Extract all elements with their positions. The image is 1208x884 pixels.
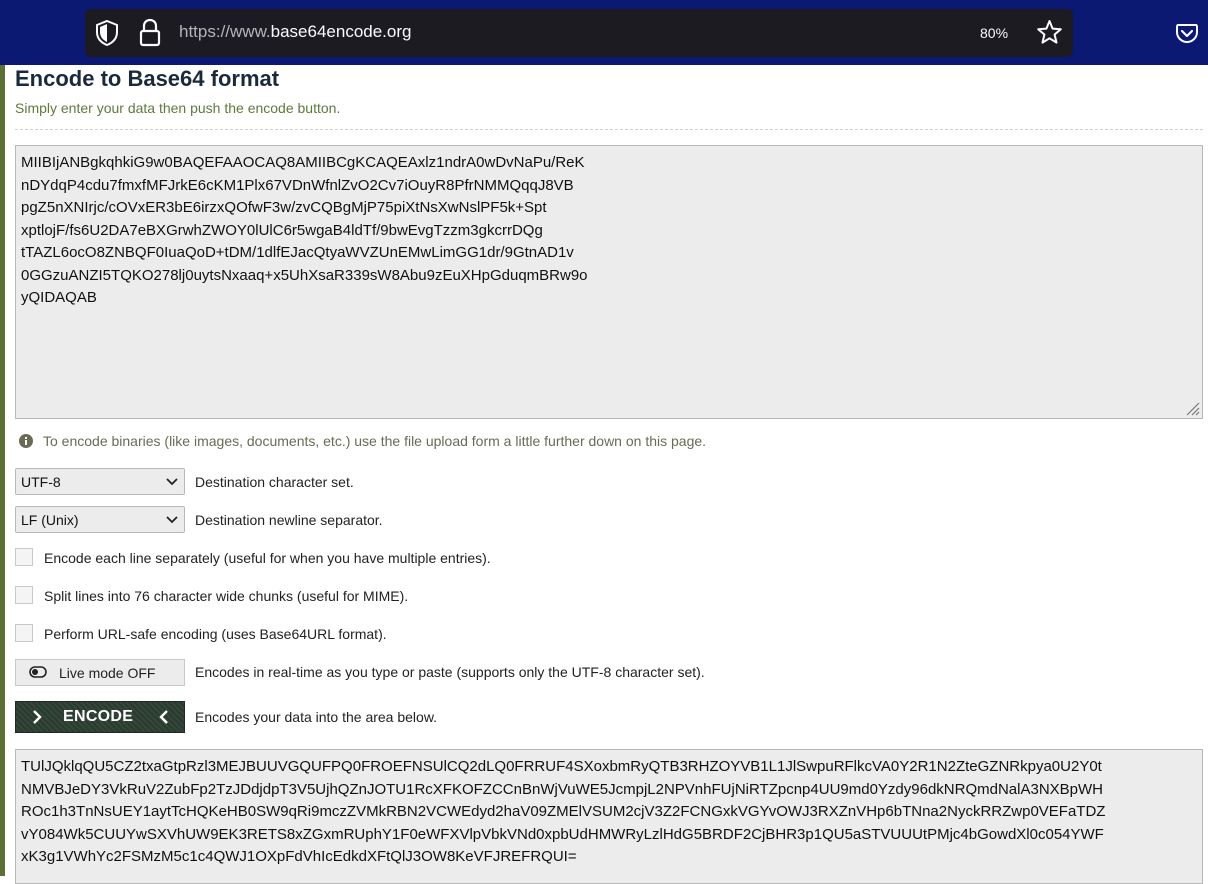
chevron-down-icon (166, 516, 178, 524)
toggle-icon (29, 666, 47, 678)
chevron-right-icon (33, 710, 42, 724)
url-domain: base64encode.org (270, 22, 412, 41)
shield-icon[interactable] (94, 19, 120, 47)
live-mode-label: Live mode OFF (59, 665, 156, 681)
charset-value: UTF-8 (21, 474, 61, 490)
charset-select[interactable]: UTF-8 (15, 468, 185, 495)
url-safe-label[interactable]: Perform URL-safe encoding (uses Base64UR… (44, 626, 387, 642)
page-left-border (0, 65, 5, 876)
zoom-level[interactable]: 80% (980, 25, 1008, 41)
live-mode-button[interactable]: Live mode OFF (15, 659, 185, 686)
output-text[interactable]: TUlJQklqQU5CZ2txaGtpRzl3MEJBUUVGQUFPQ0FR… (21, 756, 1201, 869)
page-subtitle: Simply enter your data then push the enc… (15, 100, 341, 116)
info-text: To encode binaries (like images, documen… (43, 433, 707, 449)
pocket-icon[interactable] (1175, 21, 1199, 45)
encode-button[interactable]: ENCODE (15, 701, 185, 733)
resize-grip-icon[interactable] (1184, 400, 1200, 416)
lock-icon[interactable] (138, 18, 162, 48)
chevron-down-icon (166, 478, 178, 486)
encode-label: ENCODE (63, 708, 134, 725)
url-prefix: https://www. (179, 22, 271, 41)
newline-label: Destination newline separator. (195, 512, 383, 528)
chevron-left-icon (159, 710, 168, 724)
encode-each-line-label[interactable]: Encode each line separately (useful for … (44, 550, 491, 566)
live-mode-description: Encodes in real-time as you type or past… (195, 664, 705, 680)
encode-description: Encodes your data into the area below. (195, 709, 438, 725)
input-text[interactable]: MIIBIjANBgkqhkiG9w0BAQEFAAOCAQ8AMIIBCgKC… (21, 152, 1191, 310)
url-text[interactable]: https://www.base64encode.org (179, 22, 411, 42)
split-lines-label[interactable]: Split lines into 76 character wide chunk… (44, 588, 408, 604)
newline-select[interactable]: LF (Unix) (15, 506, 185, 533)
split-lines-checkbox[interactable] (15, 586, 33, 604)
bookmark-star-icon[interactable] (1036, 19, 1063, 46)
encode-each-line-checkbox[interactable] (15, 548, 33, 566)
url-safe-checkbox[interactable] (15, 624, 33, 642)
info-icon (19, 434, 33, 448)
charset-label: Destination character set. (195, 474, 354, 490)
page-title: Encode to Base64 format (15, 66, 280, 91)
divider (15, 129, 1203, 130)
newline-value: LF (Unix) (21, 512, 79, 528)
